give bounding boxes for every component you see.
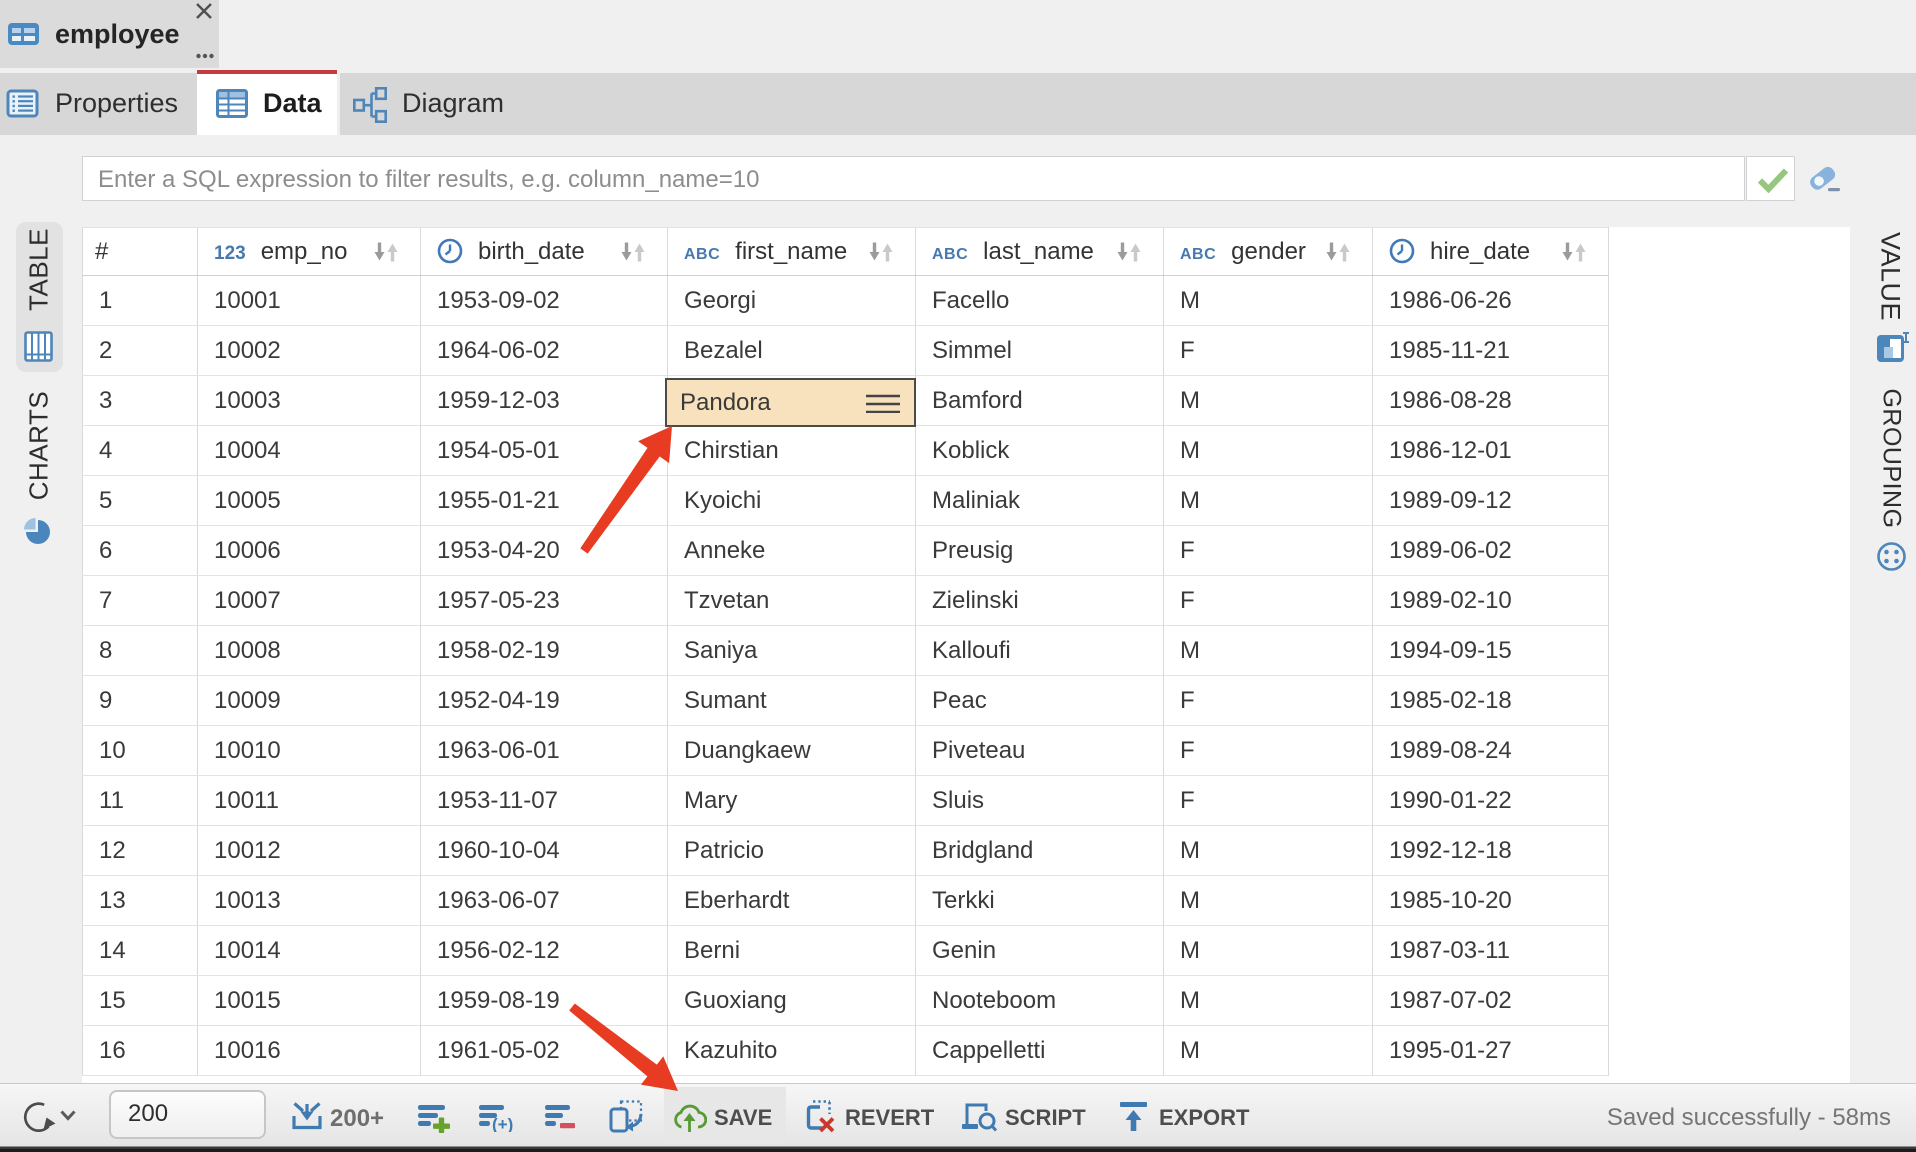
svg-text:(+): (+) [492, 1115, 513, 1132]
